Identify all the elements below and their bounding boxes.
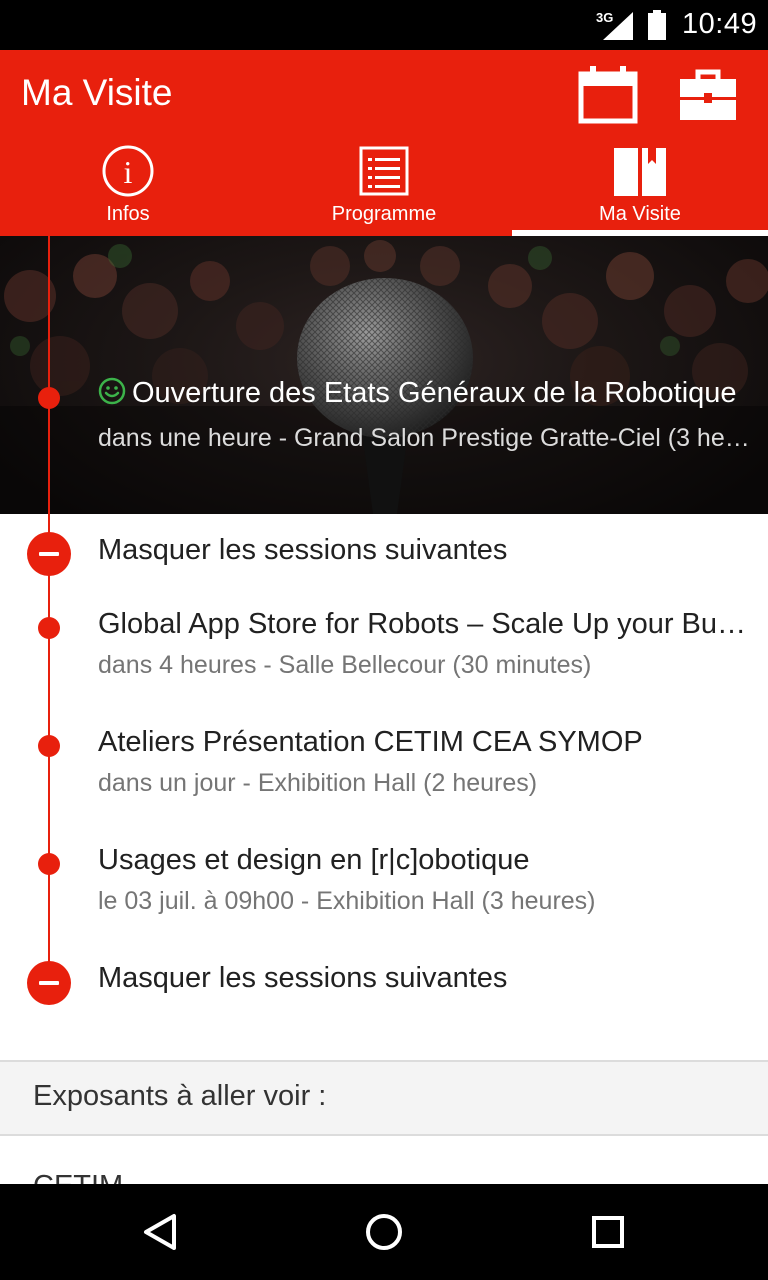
navigation-bar xyxy=(0,1184,768,1280)
tab-ma-visite[interactable]: Ma Visite xyxy=(512,138,768,236)
timeline-dot xyxy=(38,617,60,639)
divider xyxy=(0,1134,768,1136)
page-title: Ma Visite xyxy=(21,72,173,113)
session-title: Ouverture des Etats Généraux de la Robot… xyxy=(98,377,758,410)
smiley-icon xyxy=(98,377,126,405)
tab-label: Infos xyxy=(106,203,150,225)
battery-icon xyxy=(648,10,666,40)
status-bar: 3G 10:49 xyxy=(0,0,768,50)
session-subtitle: le 03 juil. à 09h00 - Exhibition Hall (3… xyxy=(98,887,596,915)
clock: 10:49 xyxy=(682,8,758,40)
info-icon: i xyxy=(102,145,154,197)
exhibitors-header: Exposants à aller voir : xyxy=(0,1062,768,1134)
hide-sessions-label[interactable]: Masquer les sessions suivantes xyxy=(98,962,758,995)
timeline-dot xyxy=(38,853,60,875)
timeline-dot xyxy=(38,387,60,409)
briefcase-icon[interactable] xyxy=(678,69,738,121)
tab-label: Programme xyxy=(331,203,437,225)
session-title[interactable]: Global App Store for Robots – Scale Up y… xyxy=(98,608,758,641)
list-icon xyxy=(359,146,409,196)
tab-label: Ma Visite xyxy=(599,203,681,225)
session-title[interactable]: Ateliers Présentation CETIM CEA SYMOP xyxy=(98,726,758,759)
signal-icon xyxy=(603,12,633,40)
recents-icon[interactable] xyxy=(584,1208,632,1256)
collapse-button[interactable] xyxy=(27,961,71,1005)
featured-session[interactable]: Ouverture des Etats Généraux de la Robot… xyxy=(0,236,768,514)
bookmark-book-icon xyxy=(614,148,666,196)
session-subtitle: dans 4 heures - Salle Bellecour (30 minu… xyxy=(98,651,592,679)
home-icon[interactable] xyxy=(360,1208,408,1256)
session-title[interactable]: Usages et design en [r|c]obotique xyxy=(98,844,758,877)
collapse-button[interactable] xyxy=(27,532,71,576)
exhibitors-title: Exposants à aller voir : xyxy=(33,1080,327,1112)
app-bar: Ma Visite i Infos Programme Ma Visite xyxy=(0,50,768,236)
timeline-dot xyxy=(38,735,60,757)
hide-sessions-label[interactable]: Masquer les sessions suivantes xyxy=(98,534,758,567)
session-subtitle: dans une heure - Grand Salon Prestige Gr… xyxy=(98,424,760,452)
back-icon[interactable] xyxy=(136,1208,184,1256)
tab-infos[interactable]: i Infos xyxy=(0,138,256,236)
tab-programme[interactable]: Programme xyxy=(256,138,512,236)
session-title-text: Ouverture des Etats Généraux de la Robot… xyxy=(132,377,737,409)
calendar-icon[interactable] xyxy=(578,66,638,124)
session-subtitle: dans un jour - Exhibition Hall (2 heures… xyxy=(98,769,538,797)
svg-text:i: i xyxy=(124,154,133,190)
